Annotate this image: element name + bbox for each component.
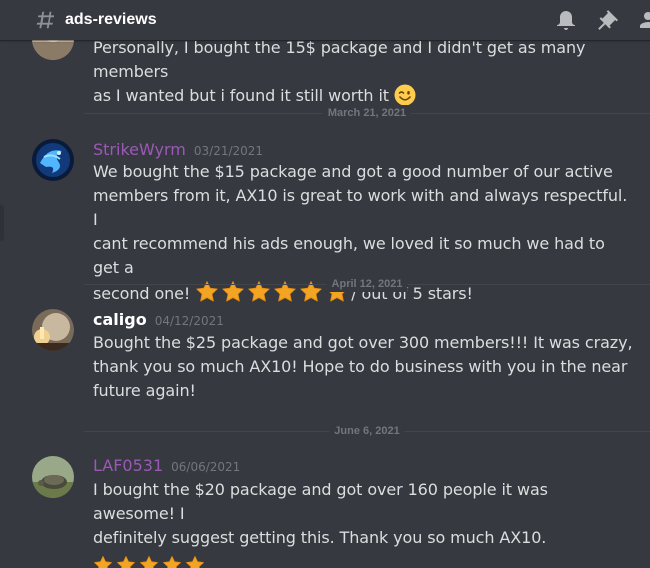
hashtag-icon bbox=[36, 11, 55, 29]
message-line: Bought the $25 package and got over 300 … bbox=[93, 333, 633, 352]
star-rating bbox=[93, 554, 633, 568]
channel-header: ads-reviews bbox=[0, 0, 650, 40]
message-line: We bought the $15 package and got a good… bbox=[93, 162, 613, 181]
timestamp[interactable]: 03/21/2021 bbox=[194, 144, 263, 158]
date-divider-label: March 21, 2021 bbox=[322, 105, 412, 121]
timestamp[interactable]: 06/06/2021 bbox=[171, 460, 240, 474]
message-line: definitely suggest getting this. Thank y… bbox=[93, 528, 547, 547]
winking-face-icon bbox=[394, 84, 416, 106]
header-toolbar bbox=[554, 8, 650, 32]
message-line: thank you so much AX10! Hope to do busin… bbox=[93, 357, 628, 376]
message-header: LAF0531 06/06/2021 bbox=[93, 456, 240, 475]
pin-icon[interactable] bbox=[596, 8, 620, 32]
message-list: Personally, I bought the 15$ package and… bbox=[0, 0, 650, 568]
star-icon bbox=[94, 555, 112, 568]
message-header: StrikeWyrm 03/21/2021 bbox=[93, 140, 263, 159]
date-divider: March 21, 2021 bbox=[84, 105, 650, 121]
message-line: I bought the $20 package and got over 16… bbox=[93, 480, 548, 523]
avatar[interactable] bbox=[32, 456, 74, 498]
message-line-text: second one! bbox=[93, 284, 191, 303]
username[interactable]: LAF0531 bbox=[93, 456, 163, 475]
message-content: Personally, I bought the 15$ package and… bbox=[93, 36, 633, 108]
message-line: Personally, I bought the 15$ package and… bbox=[93, 38, 586, 81]
message-content: I bought the $20 package and got over 16… bbox=[93, 478, 633, 568]
bell-icon[interactable] bbox=[554, 8, 578, 32]
message-line: future again! bbox=[93, 381, 196, 400]
star-icon bbox=[117, 555, 135, 568]
message-header: caligo 04/12/2021 bbox=[93, 310, 224, 329]
date-divider-label: April 12, 2021 bbox=[326, 276, 408, 292]
member-list-icon[interactable] bbox=[638, 8, 650, 32]
username[interactable]: caligo bbox=[93, 310, 147, 329]
channel-name: ads-reviews bbox=[65, 11, 157, 28]
timestamp[interactable]: 04/12/2021 bbox=[155, 314, 224, 328]
message-content: Bought the $25 package and got over 300 … bbox=[93, 331, 633, 403]
star-icon bbox=[163, 555, 181, 568]
avatar[interactable] bbox=[32, 139, 74, 181]
date-divider: April 12, 2021 bbox=[84, 276, 650, 292]
username[interactable]: StrikeWyrm bbox=[93, 140, 186, 159]
star-icon bbox=[140, 555, 158, 568]
discord-chat-window: Personally, I bought the 15$ package and… bbox=[0, 0, 650, 568]
date-divider: June 6, 2021 bbox=[84, 423, 650, 439]
message-line-text: as I wanted but i found it still worth i… bbox=[93, 86, 389, 105]
date-divider-label: June 6, 2021 bbox=[329, 423, 405, 439]
message-line: cant recommend his ads enough, we loved … bbox=[93, 234, 605, 277]
avatar[interactable] bbox=[32, 309, 74, 351]
message-line: members from it, AX10 is great to work w… bbox=[93, 186, 628, 229]
star-icon bbox=[186, 555, 204, 568]
